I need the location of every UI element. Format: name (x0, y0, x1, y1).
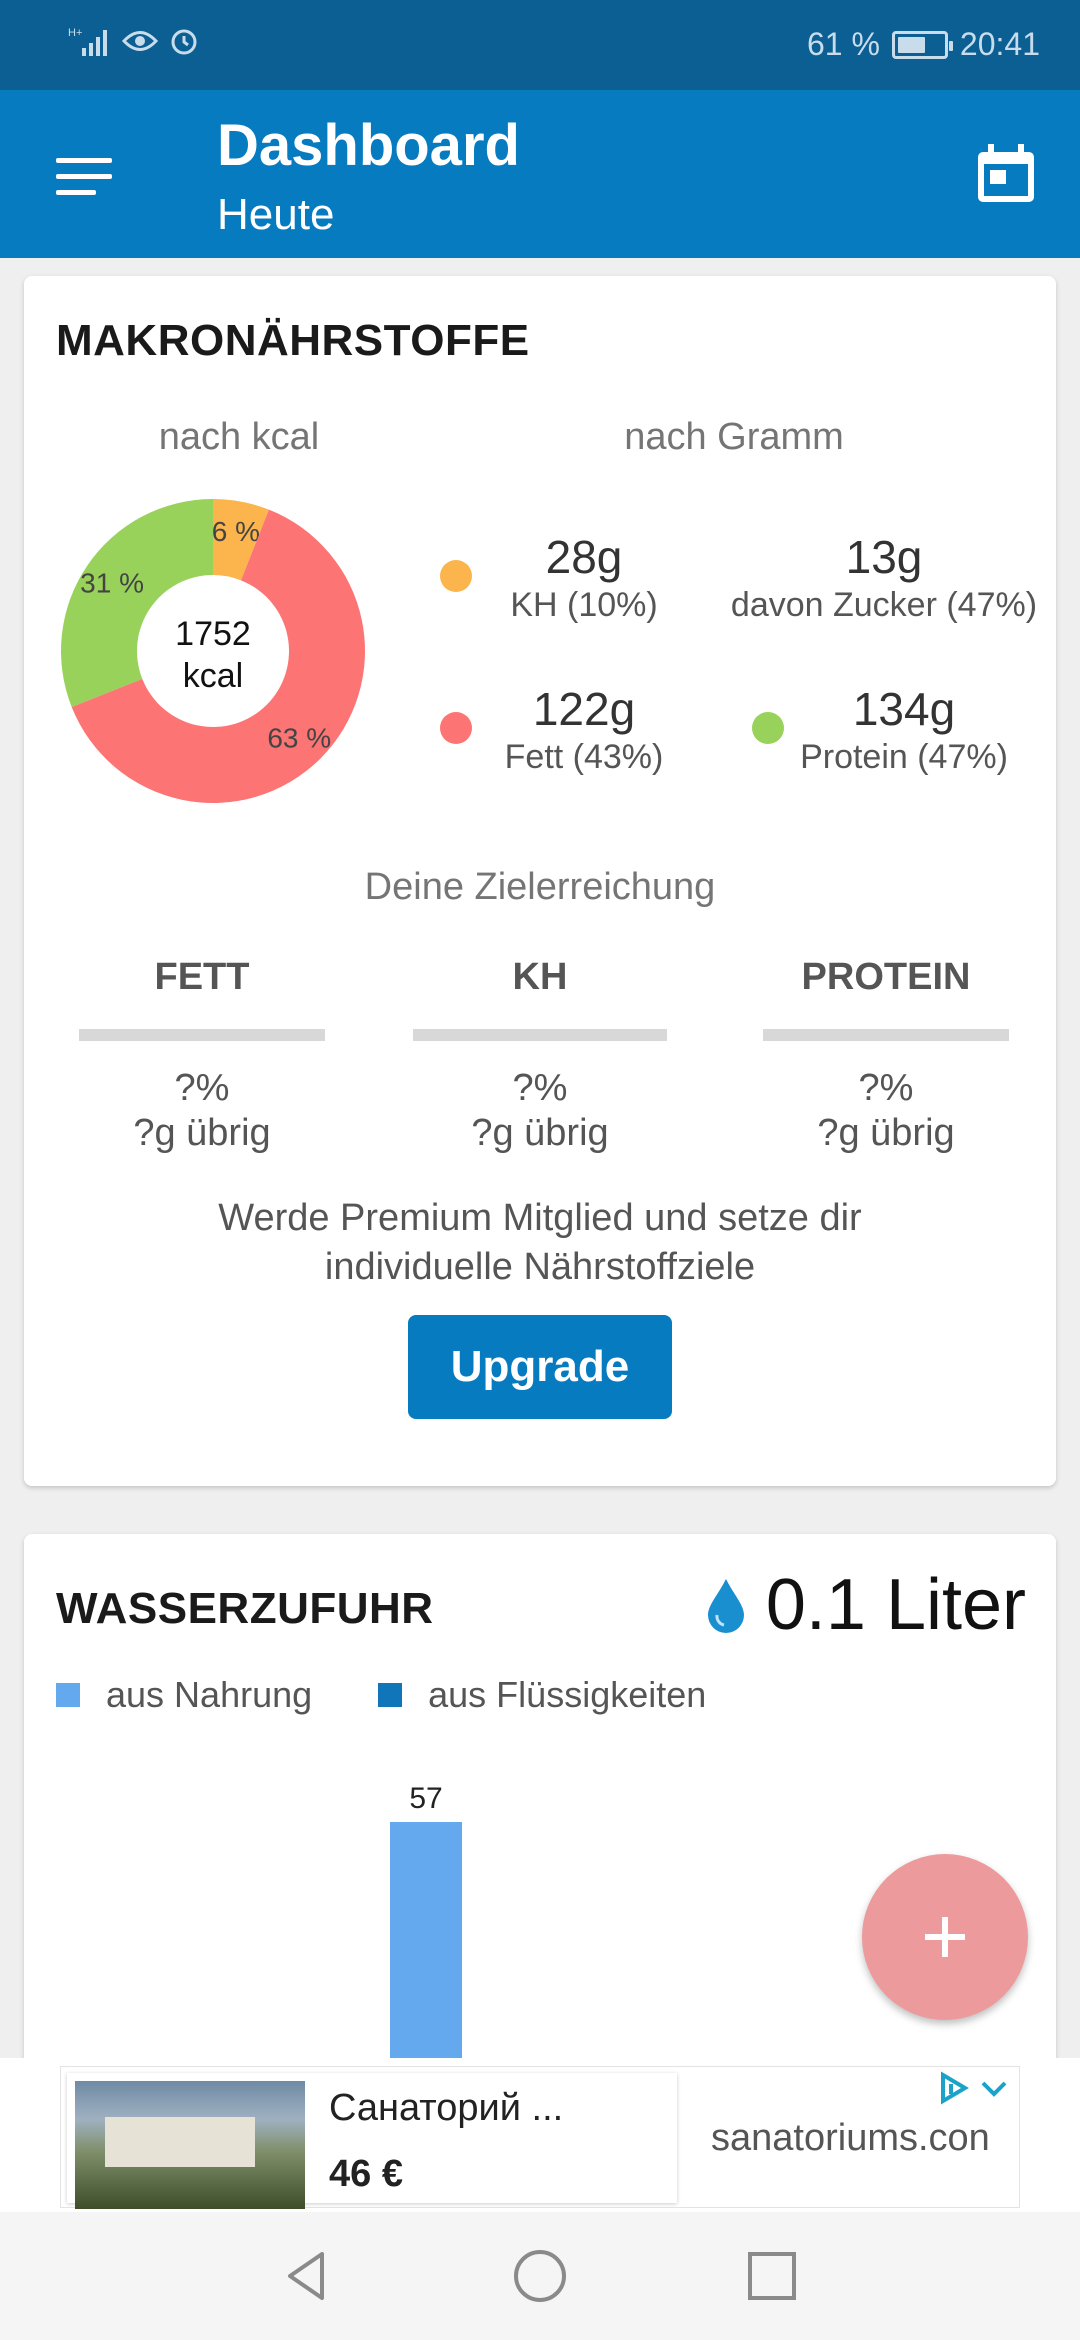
sugar-grams: 13g davon Zucker (47%) (714, 530, 1054, 625)
adchoices-icon[interactable] (937, 2071, 971, 2105)
calendar-icon[interactable] (974, 142, 1038, 206)
ad-card[interactable]: Санаторий ... 46 € (67, 2073, 677, 2209)
chevron-down-icon[interactable] (979, 2071, 1009, 2105)
goal-name: PROTEIN (801, 956, 971, 998)
goal-name: KH (512, 956, 568, 998)
ad-choices[interactable] (937, 2071, 1009, 2105)
water-title: WASSERZUFUHR (56, 1584, 434, 1633)
svg-text:H+: H+ (68, 27, 82, 39)
goal-heading: Deine Zielerreichung (364, 866, 716, 908)
goal-kh: KH ?% ?g übrig (410, 956, 670, 1155)
fat-value: 122g (532, 683, 636, 735)
goal-name: FETT (154, 956, 250, 998)
macros-card: MAKRONÄHRSTOFFE nach kcal nach Gramm 31 … (24, 276, 1056, 1486)
ad-image[interactable] (75, 2081, 305, 2209)
water-amount: 0.1 Liter (706, 1564, 1026, 1646)
battery-level (897, 36, 925, 53)
fat-label: Fett (43%) (504, 738, 664, 776)
kh-grams: 28g KH (10%) (464, 530, 704, 625)
water-drop-icon (707, 1579, 744, 1633)
fat-grams: 122g Fett (43%) (464, 682, 704, 777)
donut-center-value: 1752 (175, 615, 251, 653)
donut-center-unit: kcal (183, 657, 243, 695)
goal-protein: PROTEIN ?% ?g übrig (756, 956, 1016, 1155)
donut-slice-label: 31 % (80, 567, 144, 598)
donut-slice-label: 63 % (267, 722, 331, 753)
goal-percent: ?% (174, 1067, 230, 1109)
chart-bar (390, 1822, 462, 2062)
protein-grams: 134g Protein (47%) (774, 682, 1034, 777)
clock: 20:41 (959, 26, 1040, 62)
by-kcal-label: nach kcal (158, 416, 320, 458)
battery-percent: 61 % (806, 26, 880, 62)
chart-data-label: 57 (409, 1782, 442, 1815)
goal-progress-bar (79, 1029, 325, 1041)
recents-square-icon[interactable] (742, 2246, 802, 2306)
kh-value: 28g (545, 531, 623, 583)
goal-progress-bar (763, 1029, 1009, 1041)
home-circle-icon[interactable] (510, 2246, 570, 2306)
eye-icon (122, 31, 158, 51)
legend-label: aus Nahrung (106, 1674, 313, 1715)
goal-remaining: ?g übrig (471, 1112, 609, 1154)
legend-swatch (56, 1683, 80, 1707)
water-legend: aus Nahrung aus Flüssigkeiten (56, 1674, 772, 1716)
sugar-label: davon Zucker (47%) (730, 586, 1038, 624)
status-icons-right: 61 % 20:41 (807, 26, 1040, 63)
add-fab-button[interactable] (862, 1854, 1028, 2020)
macros-title: MAKRONÄHRSTOFFE (56, 316, 530, 365)
goal-percent: ?% (858, 1067, 914, 1109)
premium-text: Werde Premium Mitglied und setze dir ind… (24, 1194, 1056, 1292)
water-amount-value: 0.1 Liter (765, 1565, 1026, 1645)
page-title: Dashboard (217, 113, 520, 178)
legend-swatch (378, 1683, 403, 1707)
alarm-icon (171, 29, 197, 55)
kh-label: KH (10%) (510, 586, 658, 624)
upgrade-button[interactable]: Upgrade (408, 1315, 672, 1419)
status-icons-left: H+ (68, 24, 200, 58)
donut-slice-label: 6 % (212, 516, 260, 547)
macro-donut-chart: 31 % 6 % 63 % 1752 kcal (61, 499, 365, 803)
legend-item-liquids: aus Flüssigkeiten (378, 1674, 706, 1716)
legend-label: aus Flüssigkeiten (428, 1674, 707, 1715)
menu-icon[interactable] (56, 158, 112, 195)
legend-item-food: aus Nahrung (56, 1674, 312, 1716)
page-subtitle: Heute (217, 190, 335, 239)
signal-icon: H+ (68, 27, 107, 56)
ad-container[interactable]: Санаторий ... 46 € sanatoriums.con (60, 2066, 1020, 2209)
goal-fat: FETT ?% ?g übrig (72, 956, 332, 1155)
goal-remaining: ?g übrig (133, 1112, 271, 1154)
water-card: WASSERZUFUHR 0.1 Liter aus Nahrung aus F… (24, 1534, 1056, 2094)
ad-title[interactable]: Санаторий ... (329, 2087, 563, 2130)
ad-url[interactable]: sanatoriums.con (711, 2117, 1011, 2160)
premium-line-2: individuelle Nährstoffziele (324, 1246, 756, 1288)
app-bar: Dashboard Heute (0, 90, 1080, 258)
sugar-value: 13g (845, 531, 923, 583)
status-bar: H+ 61 % 20:41 (0, 0, 1080, 90)
ad-banner[interactable]: Санаторий ... 46 € sanatoriums.con (0, 2058, 1080, 2212)
goal-percent: ?% (512, 1067, 568, 1109)
protein-value: 134g (852, 683, 956, 735)
back-triangle-icon[interactable] (278, 2246, 338, 2306)
goal-progress-bar (413, 1029, 667, 1041)
battery-icon (891, 30, 953, 59)
premium-line-1: Werde Premium Mitglied und setze dir (218, 1197, 862, 1239)
ad-price[interactable]: 46 € (329, 2153, 403, 2196)
plus-icon (925, 1917, 965, 1957)
goal-remaining: ?g übrig (817, 1112, 955, 1154)
protein-label: Protein (47%) (800, 738, 1008, 776)
by-gram-label: nach Gramm (624, 416, 844, 458)
system-nav-bar (0, 2212, 1080, 2340)
